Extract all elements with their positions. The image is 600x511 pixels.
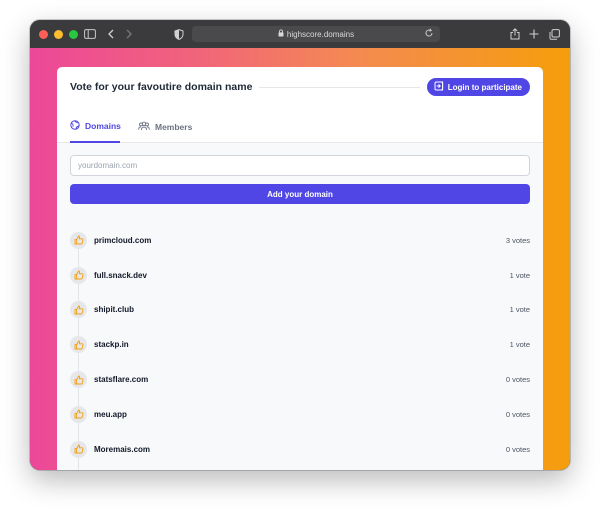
vote-card: Vote for your favoutire domain name Logi… <box>57 67 543 470</box>
domain-name: meu.app <box>94 409 127 419</box>
domain-row: stackp.in 1 vote <box>70 327 530 362</box>
upvote-button[interactable] <box>70 301 87 319</box>
back-icon[interactable] <box>103 26 119 42</box>
thumbs-up-icon <box>74 340 83 350</box>
thumbs-up-icon <box>74 235 83 245</box>
forward-icon[interactable] <box>121 26 137 42</box>
tab-members[interactable]: Members <box>138 111 192 143</box>
close-window-button[interactable] <box>39 29 48 39</box>
page-title: Vote for your favoutire domain name <box>70 81 253 93</box>
vote-count: 0 votes <box>505 375 530 385</box>
browser-titlebar: highscore.domains <box>30 20 570 48</box>
upvote-button[interactable] <box>70 405 87 423</box>
thumbs-up-icon <box>74 409 83 419</box>
domain-row: primcloud.com 3 votes <box>70 223 530 258</box>
header-divider <box>259 86 420 88</box>
domain-list: primcloud.com 3 votes full.snack.dev 1 v… <box>70 223 530 467</box>
page-viewport: Vote for your favoutire domain name Logi… <box>30 48 570 470</box>
vote-count: 0 votes <box>505 444 530 454</box>
upvote-button[interactable] <box>70 440 87 458</box>
vote-count: 3 votes <box>505 235 530 245</box>
zoom-window-button[interactable] <box>69 29 78 39</box>
vote-count: 1 vote <box>509 340 530 350</box>
share-icon[interactable] <box>507 26 523 42</box>
domains-panel: Add your domain primcloud.com 3 votes <box>57 143 543 470</box>
vote-count: 1 vote <box>509 270 530 280</box>
domain-name: full.snack.dev <box>94 270 147 280</box>
thumbs-up-icon <box>74 305 83 315</box>
window-controls <box>39 29 78 39</box>
minimize-window-button[interactable] <box>54 29 63 39</box>
tab-domains[interactable]: Domains <box>70 111 121 143</box>
domain-row: meu.app 0 votes <box>70 397 530 432</box>
lock-icon <box>278 29 284 39</box>
thumbs-up-icon <box>74 375 83 385</box>
login-button[interactable]: Login to participate <box>426 78 530 96</box>
upvote-button[interactable] <box>70 371 87 389</box>
login-button-label: Login to participate <box>447 82 522 92</box>
address-url: highscore.domains <box>286 29 355 39</box>
domain-row: full.snack.dev 1 vote <box>70 258 530 293</box>
thumbs-up-icon <box>74 444 83 454</box>
users-icon <box>138 121 150 133</box>
tab-members-label: Members <box>155 122 193 132</box>
tab-domains-label: Domains <box>85 121 121 131</box>
privacy-shield-icon[interactable] <box>171 26 187 42</box>
globe-icon <box>70 120 80 132</box>
thumbs-up-icon <box>74 270 83 280</box>
domain-row: shipit.club 1 vote <box>70 293 530 328</box>
browser-window: highscore.domains Vote for your favoutir… <box>30 20 570 470</box>
tab-overview-icon[interactable] <box>546 26 562 42</box>
domain-row: statsflare.com 0 votes <box>70 362 530 397</box>
domain-name: primcloud.com <box>94 235 152 245</box>
upvote-button[interactable] <box>70 336 87 354</box>
domain-name: stackp.in <box>94 340 129 350</box>
vote-count: 1 vote <box>509 305 530 315</box>
upvote-button[interactable] <box>70 231 87 249</box>
login-icon <box>434 81 444 93</box>
domain-input[interactable] <box>70 155 530 176</box>
tab-bar: Domains Members <box>57 111 543 143</box>
add-domain-button-label: Add your domain <box>267 189 333 199</box>
address-bar[interactable]: highscore.domains <box>192 26 440 42</box>
add-domain-button[interactable]: Add your domain <box>70 184 530 204</box>
domain-name: Moremais.com <box>94 444 151 454</box>
card-header: Vote for your favoutire domain name Logi… <box>70 78 530 96</box>
reload-icon[interactable] <box>424 28 434 40</box>
domain-name: statsflare.com <box>94 375 149 385</box>
vote-count: 0 votes <box>505 409 530 419</box>
sidebar-icon[interactable] <box>82 26 98 42</box>
upvote-button[interactable] <box>70 266 87 284</box>
domain-row: Moremais.com 0 votes <box>70 432 530 467</box>
new-tab-icon[interactable] <box>526 26 542 42</box>
domain-name: shipit.club <box>94 305 134 315</box>
